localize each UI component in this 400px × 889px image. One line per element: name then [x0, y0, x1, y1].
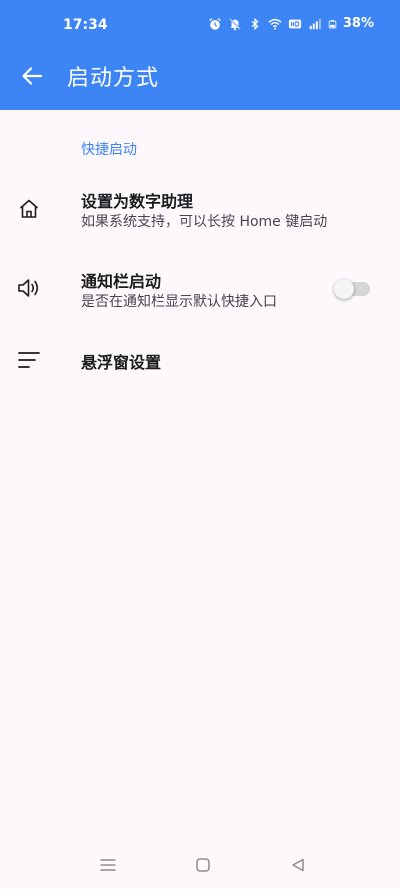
system-nav-bar: [0, 845, 400, 889]
arrow-left-icon: [22, 67, 43, 85]
menu-icon: [100, 859, 116, 871]
wifi-icon: [268, 18, 282, 30]
setting-subtitle: 如果系统支持，可以长按 Home 键启动: [81, 214, 328, 230]
mute-bell-icon: [229, 17, 241, 30]
setting-title: 设置为数字助理: [81, 192, 194, 211]
section-header: 快捷启动: [81, 142, 137, 158]
speaker-icon: [16, 275, 42, 301]
signal-icon: [309, 18, 321, 29]
app-bar: 17:34 38% 启动方式: [0, 0, 400, 110]
back-nav-button[interactable]: [288, 855, 308, 875]
status-bar: 17:34 38%: [0, 0, 400, 50]
status-icons: 38%: [208, 16, 374, 31]
battery-icon: [328, 19, 337, 28]
recents-button[interactable]: [98, 855, 118, 875]
battery-percent: 38%: [342, 16, 374, 31]
setting-floating-window[interactable]: 悬浮窗设置: [0, 335, 400, 385]
triangle-back-icon: [292, 858, 304, 872]
status-time: 17:34: [63, 17, 108, 33]
toggle-thumb: [334, 279, 354, 299]
page-title: 启动方式: [67, 66, 160, 91]
bluetooth-icon: [251, 17, 259, 30]
setting-digital-assistant[interactable]: 设置为数字助理 如果系统支持，可以长按 Home 键启动: [0, 180, 400, 240]
home-button[interactable]: [193, 855, 213, 875]
setting-title: 通知栏启动: [81, 272, 162, 291]
notification-launch-toggle[interactable]: [334, 279, 370, 299]
menu-lines-icon: [16, 347, 42, 373]
setting-notification-launch[interactable]: 通知栏启动 是否在通知栏显示默认快捷入口: [0, 258, 400, 318]
setting-title: 悬浮窗设置: [81, 353, 162, 372]
setting-subtitle: 是否在通知栏显示默认快捷入口: [81, 294, 277, 310]
home-icon: [16, 196, 42, 222]
alarm-icon: [209, 17, 221, 30]
hd-icon: [288, 19, 301, 28]
back-button[interactable]: [14, 58, 50, 94]
square-icon: [196, 858, 210, 872]
